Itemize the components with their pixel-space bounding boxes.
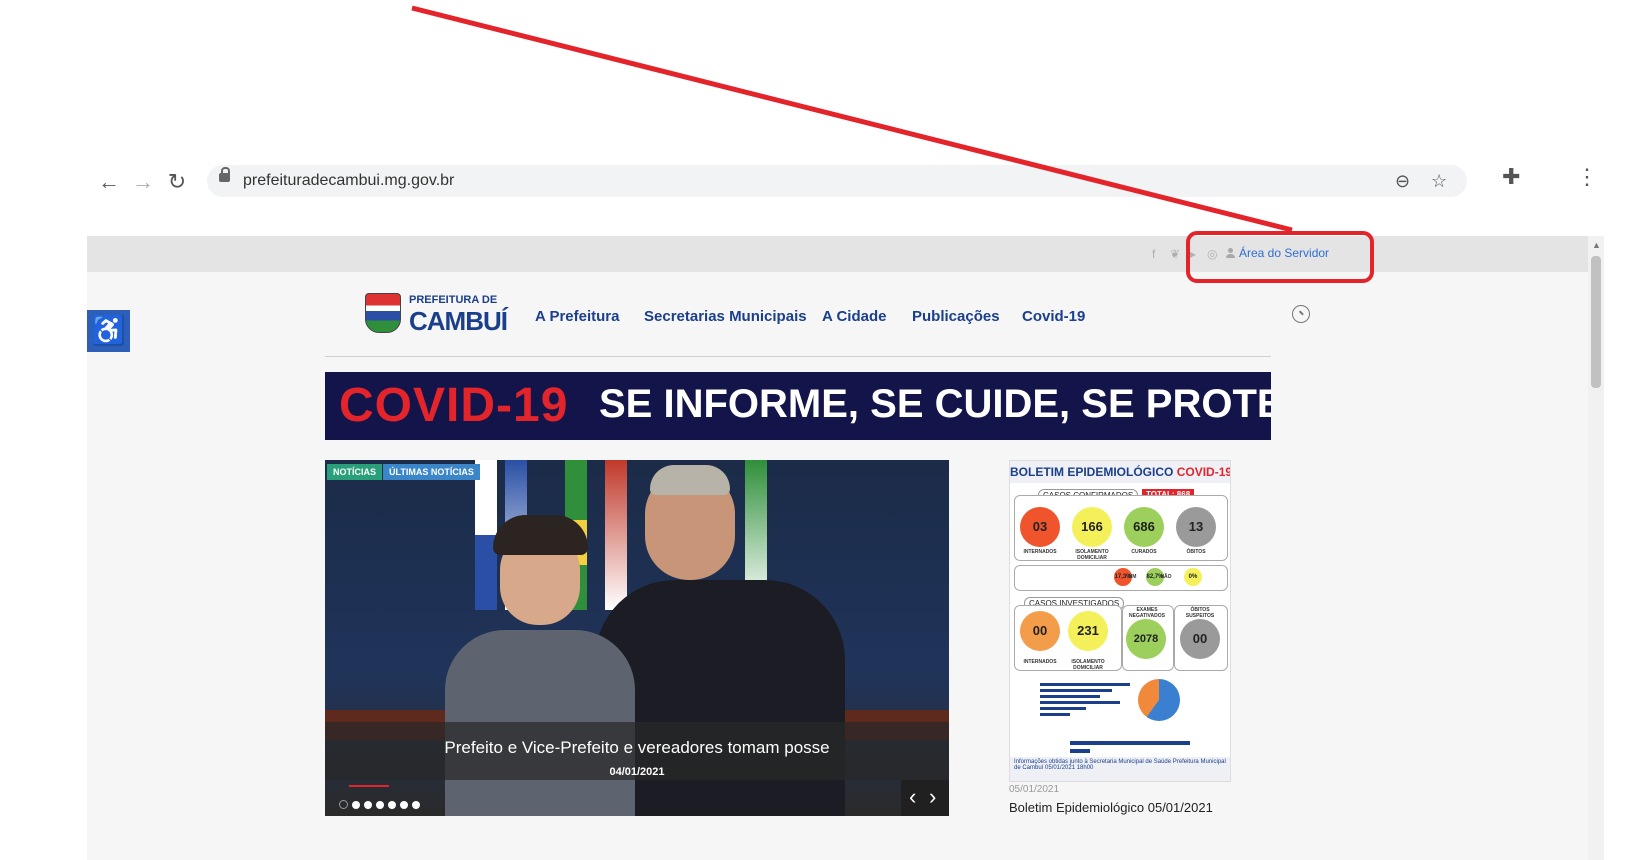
- chevron-right-icon[interactable]: ›: [929, 784, 936, 810]
- banner-slogan: SE INFORME, SE CUIDE, SE PROTEJA: [599, 382, 1271, 426]
- slide-dots: [339, 796, 424, 810]
- comorb-unknown: 0%: [1184, 568, 1202, 586]
- scroll-up-icon[interactable]: ▲: [1592, 240, 1601, 250]
- instagram-icon[interactable]: ◎: [1207, 247, 1217, 261]
- invest-negativos: 2078: [1126, 619, 1166, 659]
- flag-image: [475, 460, 497, 610]
- user-icon: [1226, 248, 1235, 258]
- invest-obitos-suspeitos: 00: [1180, 619, 1220, 659]
- slide-dot[interactable]: [388, 800, 396, 809]
- stat-label: ISOLAMENTO DOMICILIAR: [1075, 549, 1109, 561]
- flag-image: [605, 460, 627, 610]
- chevron-left-icon[interactable]: ‹: [909, 784, 916, 810]
- tag-ultimas-noticias[interactable]: ÚLTIMAS NOTÍCIAS: [383, 464, 480, 480]
- servidor-label: Área do Servidor: [1239, 246, 1330, 260]
- person-image: [493, 515, 588, 555]
- invest-isolamento: 231: [1068, 611, 1108, 651]
- kebab-menu-icon[interactable]: ⋮: [1576, 164, 1598, 190]
- top-bar: f ❦ ▸ ◎ Área do Servidor: [87, 236, 1588, 272]
- boletim-date: 05/01/2021: [1009, 784, 1060, 795]
- news-slider[interactable]: NOTÍCIAS ÚLTIMAS NOTÍCIAS Prefeito e Vic…: [325, 460, 949, 816]
- stat-label: INTERNADOS: [1023, 549, 1057, 555]
- invest-label-item: ISOLAMENTO DOMICILIAR: [1071, 659, 1105, 671]
- page-scrollbar[interactable]: ▲: [1588, 236, 1604, 860]
- menu-a-cidade[interactable]: A Cidade: [822, 308, 886, 325]
- person-image: [650, 465, 730, 495]
- boletim-title-b: COVID-19: [1176, 465, 1231, 479]
- twitter-icon[interactable]: ❦: [1170, 247, 1180, 261]
- age-bar: [1040, 689, 1112, 692]
- stat-label: CURADOS: [1131, 549, 1157, 555]
- boletim-title: BOLETIM EPIDEMIOLÓGICO COVID-19: [1010, 461, 1230, 483]
- menu-covid-19[interactable]: Covid-19: [1022, 308, 1085, 325]
- slide-dot[interactable]: [376, 800, 384, 809]
- slide-caption: Prefeito e Vice-Prefeito e vereadores to…: [325, 722, 949, 780]
- search-icon[interactable]: [1292, 305, 1310, 323]
- slide-dot[interactable]: [339, 800, 348, 810]
- stat-isolamento: 166: [1072, 507, 1112, 547]
- browser-toolbar: ← → ↻ prefeituradecambui.mg.gov.br ⊖ ☆ ✚…: [0, 150, 1630, 214]
- stat-internados: 03: [1020, 507, 1060, 547]
- slide-date: 04/01/2021: [609, 766, 665, 778]
- back-arrow-icon[interactable]: ←: [95, 168, 123, 196]
- address-bar[interactable]: prefeituradecambui.mg.gov.br ⊖ ☆: [207, 165, 1467, 197]
- boletim-title-a: BOLETIM EPIDEMIOLÓGICO: [1010, 465, 1174, 479]
- zoom-icon[interactable]: ⊖: [1395, 171, 1410, 192]
- comorb-no-label: NÃO: [1160, 574, 1172, 580]
- menu-secretarias[interactable]: Secretarias Municipais: [644, 308, 807, 325]
- url-text: prefeituradecambui.mg.gov.br: [243, 172, 455, 189]
- header-divider: [325, 356, 1271, 357]
- invest-label-item: ÓBITOS SUSPEITOS: [1185, 607, 1215, 619]
- age-bar: [1040, 707, 1086, 710]
- age-bar: [1040, 683, 1130, 686]
- bookmark-star-icon[interactable]: ☆: [1431, 171, 1447, 192]
- covid-banner[interactable]: COVID-19 SE INFORME, SE CUIDE, SE PROTEJ…: [325, 372, 1271, 440]
- scroll-thumb[interactable]: [1591, 256, 1601, 388]
- comorb-yes-label: SIM: [1127, 574, 1137, 580]
- site-logo[interactable]: PREFEITURA DE CAMBUÍ: [365, 291, 508, 336]
- boletim-caption-link[interactable]: Boletim Epidemiológico 05/01/2021: [1009, 800, 1213, 815]
- accessibility-icon[interactable]: ♿: [87, 310, 130, 352]
- boletim-image[interactable]: BOLETIM EPIDEMIOLÓGICO COVID-19 CASOS CO…: [1009, 460, 1231, 782]
- menu-a-prefeitura[interactable]: A Prefeitura: [535, 308, 619, 325]
- invest-label-item: INTERNADOS: [1023, 659, 1057, 665]
- slide-title[interactable]: Prefeito e Vice-Prefeito e vereadores to…: [325, 738, 949, 758]
- lock-icon: [219, 167, 230, 182]
- invest-internados: 00: [1020, 611, 1060, 651]
- city-crest-icon: [365, 293, 401, 333]
- menu-publicacoes[interactable]: Publicações: [912, 308, 1000, 325]
- youtube-icon[interactable]: ▸: [1190, 247, 1196, 261]
- stat-label: ÓBITOS: [1186, 549, 1206, 555]
- reload-icon[interactable]: ↻: [163, 168, 191, 196]
- stat-curados: 686: [1124, 507, 1164, 547]
- tests-bar: [1070, 749, 1090, 753]
- slide-dot[interactable]: [412, 800, 420, 809]
- stat-obitos: 13: [1176, 507, 1216, 547]
- invest-label-item: EXAMES NEGATIVADOS: [1129, 607, 1165, 619]
- age-bar: [1040, 713, 1070, 716]
- age-bar: [1040, 695, 1100, 698]
- banner-covid: COVID-19: [339, 379, 569, 432]
- slide-dot[interactable]: [352, 800, 360, 809]
- logo-line-1: PREFEITURA DE: [409, 294, 498, 306]
- tag-noticias[interactable]: NOTÍCIAS: [327, 464, 383, 480]
- age-bar: [1040, 701, 1120, 704]
- slide-dot[interactable]: [364, 800, 372, 809]
- sex-pie-chart: [1138, 679, 1180, 721]
- area-do-servidor-link[interactable]: Área do Servidor: [1226, 246, 1329, 260]
- slide-progress: [349, 785, 389, 787]
- boletim-footer: Informações obtidas junto à Secretaria M…: [1010, 757, 1230, 781]
- slide-dot[interactable]: [400, 800, 408, 809]
- extensions-puzzle-icon[interactable]: ✚: [1502, 164, 1520, 190]
- tests-bar: [1070, 741, 1190, 745]
- facebook-icon[interactable]: f: [1152, 247, 1155, 261]
- logo-line-2: CAMBUÍ: [409, 306, 508, 336]
- forward-arrow-icon[interactable]: →: [129, 168, 157, 196]
- page-viewport: f ❦ ▸ ◎ Área do Servidor ♿ PREFEITURA DE…: [87, 236, 1588, 860]
- slider-arrows: ‹ ›: [901, 780, 949, 816]
